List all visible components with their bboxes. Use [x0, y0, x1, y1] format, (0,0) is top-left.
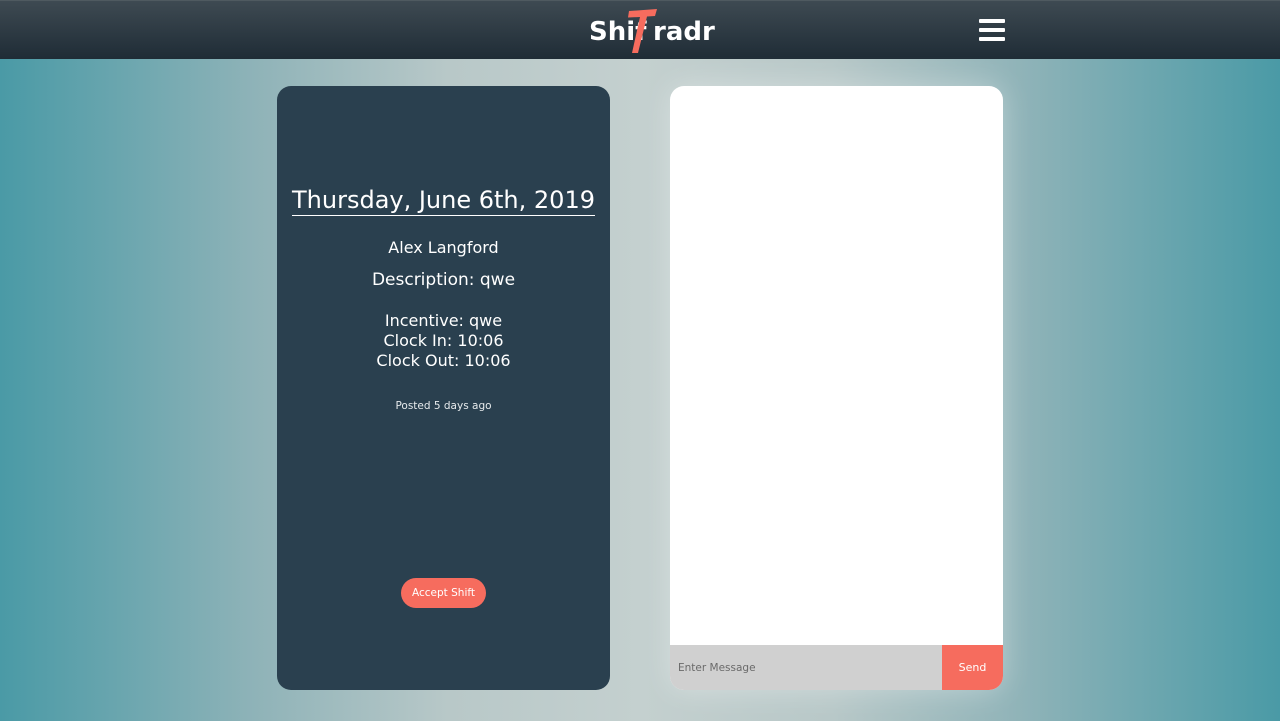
- shift-date-heading: Thursday, June 6th, 2019: [277, 186, 610, 216]
- logo-text-end: radr: [653, 17, 715, 47]
- send-button[interactable]: Send: [942, 645, 1003, 690]
- shiftradr-logo[interactable]: Shif T radr: [589, 7, 729, 55]
- top-navbar: Shif T radr: [0, 0, 1280, 59]
- menu-bar: [979, 37, 1005, 41]
- shift-detail-card: Thursday, June 6th, 2019 Alex Langford D…: [277, 86, 610, 690]
- shift-clock-in: Clock In: 10:06: [383, 331, 504, 350]
- shift-details: Incentive: qwe Clock In: 10:06 Clock Out…: [277, 311, 610, 371]
- chat-panel: Send: [670, 86, 1003, 690]
- shift-clock-out: Clock Out: 10:06: [376, 351, 511, 370]
- chat-message-list[interactable]: [670, 86, 1003, 645]
- message-input[interactable]: [670, 645, 942, 690]
- accept-shift-button[interactable]: Accept Shift: [401, 578, 486, 608]
- hamburger-menu-icon[interactable]: [979, 19, 1005, 43]
- shift-poster-name: Alex Langford: [388, 238, 499, 257]
- menu-bar: [979, 19, 1005, 23]
- menu-bar: [979, 28, 1005, 32]
- shift-posted-time: Posted 5 days ago: [395, 400, 492, 412]
- shift-description: Description: qwe: [371, 270, 516, 290]
- shift-incentive: Incentive: qwe: [384, 311, 503, 330]
- shift-date-text: Thursday, June 6th, 2019: [292, 186, 595, 216]
